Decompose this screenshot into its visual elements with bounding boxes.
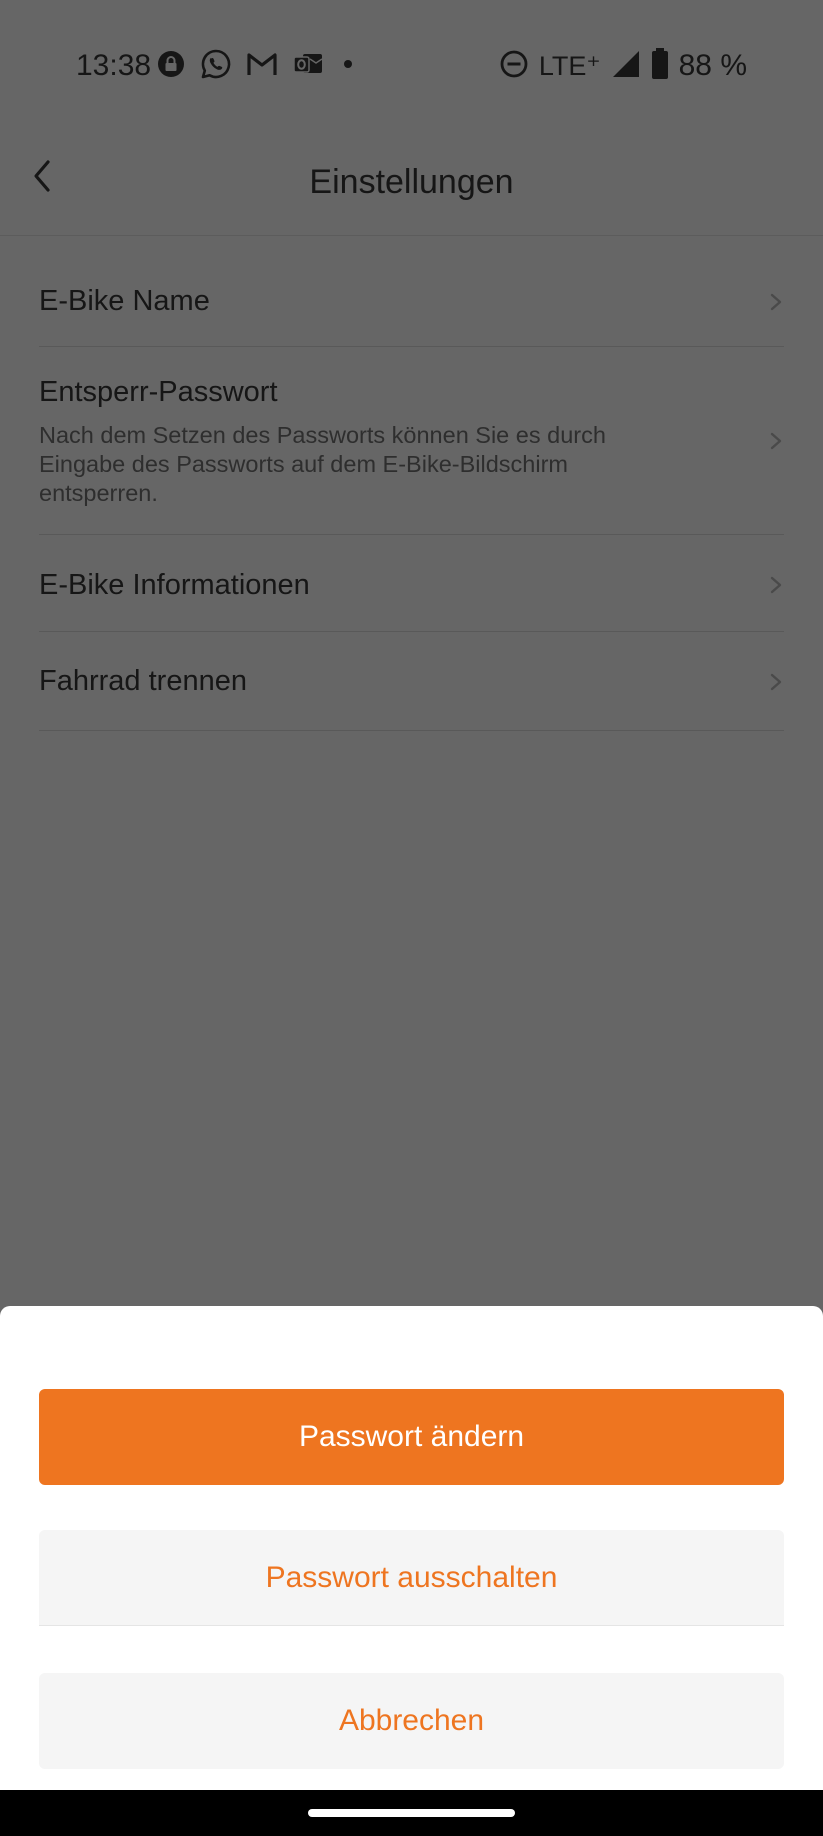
settings-item-title: E-Bike Name — [39, 285, 210, 317]
settings-item-disconnect-bike[interactable]: Fahrrad trennen — [39, 632, 784, 731]
settings-list: E-Bike Name Entsperr-Passwort Nach dem S… — [39, 252, 784, 731]
chevron-right-icon — [770, 576, 782, 594]
cancel-button[interactable]: Abbrechen — [39, 1673, 784, 1769]
settings-item-title: Fahrrad trennen — [39, 665, 247, 697]
battery-icon — [651, 47, 669, 85]
change-password-button[interactable]: Passwort ändern — [39, 1389, 784, 1485]
page-title: Einstellungen — [309, 163, 514, 201]
battery-percent: 88 % — [678, 49, 747, 82]
outlook-icon — [292, 50, 324, 83]
chevron-right-icon — [770, 432, 782, 450]
do-not-disturb-icon — [499, 49, 529, 84]
home-gesture-handle[interactable] — [308, 1809, 515, 1817]
system-nav-bar — [0, 1790, 823, 1836]
settings-item-description: Nach dem Setzen des Passworts können Sie… — [39, 422, 606, 506]
network-type: LTE⁺ — [538, 51, 601, 81]
lock-notification-icon — [156, 49, 186, 84]
settings-item-title: E-Bike Informationen — [39, 569, 310, 601]
status-time: 13:38 — [76, 49, 152, 82]
signal-icon — [611, 49, 641, 84]
disable-password-button[interactable]: Passwort ausschalten — [39, 1530, 784, 1626]
settings-item-ebike-name[interactable]: E-Bike Name — [39, 252, 784, 347]
settings-item-unlock-password[interactable]: Entsperr-Passwort Nach dem Setzen des Pa… — [39, 347, 784, 535]
chevron-right-icon — [770, 673, 782, 691]
settings-item-title: Entsperr-Passwort — [39, 376, 278, 408]
gmail-icon — [246, 51, 278, 82]
more-dot-icon — [338, 54, 358, 79]
system-status: LTE⁺ 88 % — [499, 47, 747, 85]
notification-icons — [156, 48, 358, 85]
whatsapp-icon — [200, 48, 232, 85]
chevron-right-icon — [770, 293, 782, 311]
action-sheet: Passwort ändern Passwort ausschalten Abb… — [0, 1306, 823, 1790]
settings-item-ebike-info[interactable]: E-Bike Informationen — [39, 535, 784, 632]
status-bar: 13:38 LTE⁺ 88 % — [0, 0, 823, 132]
app-header: Einstellungen — [0, 132, 823, 236]
